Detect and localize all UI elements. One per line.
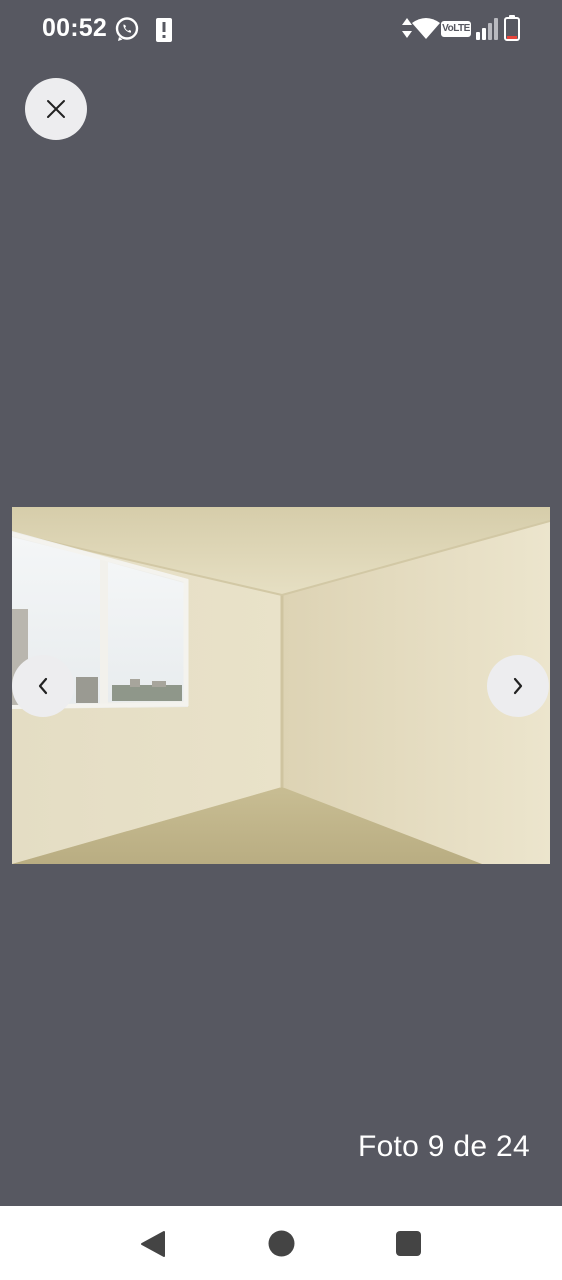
battery-icon bbox=[504, 15, 520, 41]
back-icon[interactable] bbox=[140, 1230, 166, 1258]
volte-label: VoLTE bbox=[442, 23, 470, 34]
photo-counter: Foto 9 de 24 bbox=[357, 1130, 530, 1163]
system-navigation-bar bbox=[0, 1206, 562, 1280]
room-photo-illustration bbox=[12, 507, 550, 864]
close-button[interactable] bbox=[25, 78, 87, 140]
wifi-icon bbox=[412, 18, 440, 39]
alert-notification-icon bbox=[156, 18, 172, 42]
chevron-right-icon bbox=[513, 677, 523, 695]
status-bar: 00:52 VoLTE bbox=[0, 0, 562, 58]
signal-icon bbox=[476, 18, 498, 40]
whatsapp-icon bbox=[115, 17, 139, 41]
recents-icon[interactable] bbox=[396, 1231, 421, 1256]
next-photo-button[interactable] bbox=[487, 655, 549, 717]
chevron-left-icon bbox=[38, 677, 48, 695]
home-icon[interactable] bbox=[268, 1230, 295, 1257]
volte-icon: VoLTE bbox=[441, 21, 471, 37]
status-time: 00:52 bbox=[42, 14, 107, 42]
close-icon bbox=[47, 100, 65, 118]
gallery-photo bbox=[12, 507, 550, 864]
previous-photo-button[interactable] bbox=[12, 655, 74, 717]
